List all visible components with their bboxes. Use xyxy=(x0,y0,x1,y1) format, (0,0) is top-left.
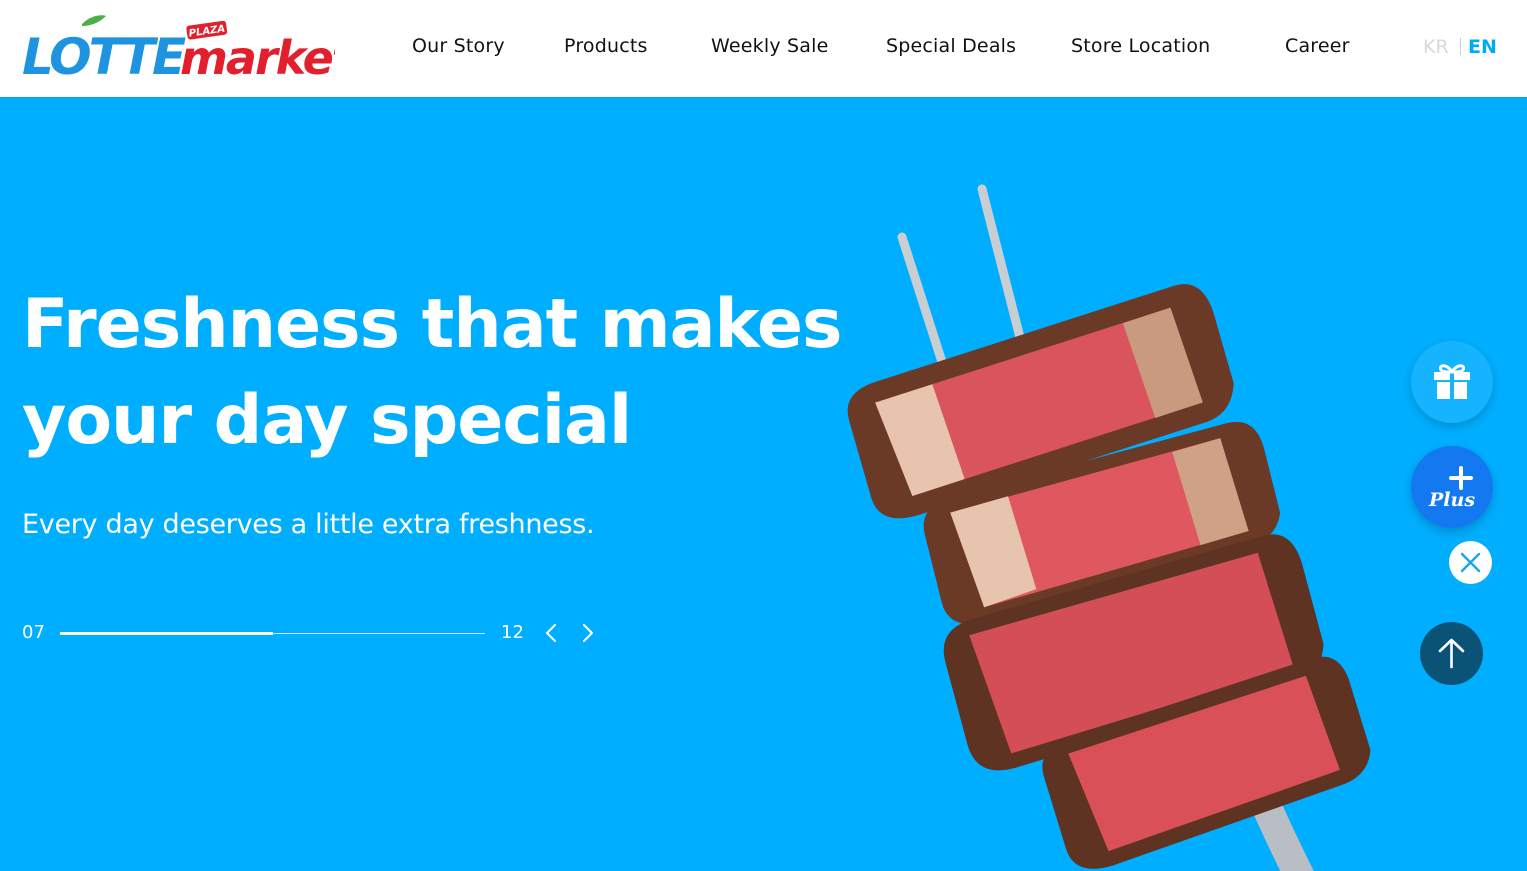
hero-title-line-1: Freshness that makes xyxy=(22,285,843,364)
close-floating-button[interactable] xyxy=(1449,541,1492,584)
hero-title: Freshness that makes your day special xyxy=(22,277,843,469)
hero-banner: Freshness that makes your day special Ev… xyxy=(0,97,1527,871)
logo-graphic: LOTTE PLAZA market xyxy=(22,15,335,80)
svg-text:LOTTE: LOTTE xyxy=(22,28,186,80)
nav-store-location[interactable]: Store Location xyxy=(1071,31,1210,61)
svg-text:market: market xyxy=(180,31,335,80)
scroll-to-top-button[interactable] xyxy=(1420,622,1483,685)
slide-total-number: 12 xyxy=(501,622,524,643)
hero-subtitle: Every day deserves a little extra freshn… xyxy=(22,509,595,540)
lotte-market-logo[interactable]: LOTTE PLAZA market xyxy=(20,14,335,80)
slide-progress-track[interactable] xyxy=(60,632,485,635)
close-icon xyxy=(1460,552,1481,573)
gift-icon xyxy=(1434,364,1470,399)
slide-current-number: 07 xyxy=(22,622,45,643)
hero-title-line-2: your day special xyxy=(22,381,632,460)
language-kr[interactable]: KR xyxy=(1423,32,1449,62)
nav-products[interactable]: Products xyxy=(564,31,648,61)
site-header: LOTTE PLAZA market Our Story Products We… xyxy=(0,0,1527,97)
language-divider xyxy=(1460,38,1461,55)
chevron-right-icon xyxy=(583,624,593,642)
gift-button[interactable] xyxy=(1411,341,1493,423)
nav-our-story[interactable]: Our Story xyxy=(412,31,505,61)
slide-prev-button[interactable] xyxy=(540,621,564,645)
steak-on-fork-image xyxy=(820,177,1420,871)
nav-weekly-sale[interactable]: Weekly Sale xyxy=(711,31,829,61)
slide-progress-fill xyxy=(60,632,273,635)
plus-icon: Plus xyxy=(1428,466,1475,511)
plus-membership-button[interactable]: Plus xyxy=(1411,446,1493,528)
plus-label: Plus xyxy=(1428,489,1475,511)
chevron-left-icon xyxy=(546,624,556,642)
language-en[interactable]: EN xyxy=(1468,32,1497,62)
arrow-up-icon xyxy=(1438,638,1465,669)
nav-special-deals[interactable]: Special Deals xyxy=(886,31,1016,61)
nav-career[interactable]: Career xyxy=(1285,31,1350,61)
slide-next-button[interactable] xyxy=(575,621,599,645)
